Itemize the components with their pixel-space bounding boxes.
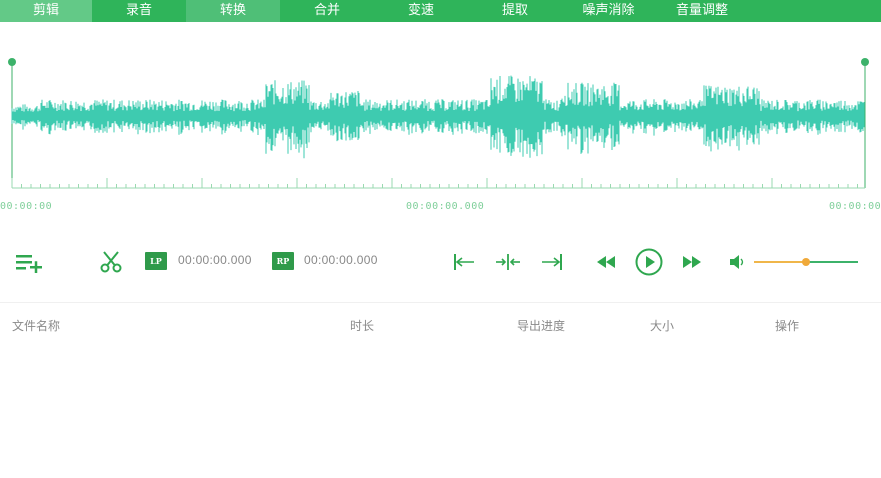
tab-volume[interactable]: 音量调整 xyxy=(655,0,749,22)
tab-speed[interactable]: 变速 xyxy=(374,0,468,22)
tab-noise[interactable]: 噪声消除 xyxy=(562,0,655,22)
waveform-area[interactable]: 00:00:00 00:00:00.000 00:00:00 xyxy=(0,22,881,222)
fast-forward-icon xyxy=(683,256,701,268)
left-point-time: 00:00:00.000 xyxy=(178,253,252,267)
volume-slider-fill xyxy=(754,261,806,263)
tab-convert[interactable]: 转换 xyxy=(186,0,280,22)
add-list-icon xyxy=(16,255,42,273)
bar-arrow-right-icon xyxy=(542,254,562,270)
column-header-size: 大小 xyxy=(650,319,675,333)
volume-slider-track xyxy=(806,261,858,263)
split-center-button[interactable] xyxy=(493,240,523,284)
waveform[interactable] xyxy=(0,22,881,222)
bar-arrow-left-icon xyxy=(454,254,474,270)
left-point-badge[interactable]: LP xyxy=(145,252,167,270)
time-label-end: 00:00:00 xyxy=(829,201,881,212)
right-point-time: 00:00:00.000 xyxy=(304,253,378,267)
add-file-button[interactable] xyxy=(12,240,46,284)
ruler-ticks xyxy=(11,178,858,188)
control-bar: LP 00:00:00.000 RP 00:00:00.000 xyxy=(0,240,881,284)
volume-slider-thumb[interactable] xyxy=(802,258,810,266)
waveform-path xyxy=(11,75,865,159)
time-label-middle: 00:00:00.000 xyxy=(406,201,485,212)
rewind-button[interactable] xyxy=(594,240,618,284)
scissors-icon xyxy=(100,251,122,273)
jump-start-button[interactable] xyxy=(450,240,478,284)
tab-cut[interactable]: 剪辑 xyxy=(0,0,92,22)
waveform-bars xyxy=(11,75,865,159)
play-button[interactable] xyxy=(633,240,665,284)
time-label-start: 00:00:00 xyxy=(0,201,53,212)
play-icon xyxy=(635,248,663,276)
tab-record[interactable]: 录音 xyxy=(92,0,186,22)
cut-button[interactable] xyxy=(96,240,126,284)
speaker-icon xyxy=(730,255,744,269)
column-header-filename: 文件名称 xyxy=(12,319,61,333)
volume-slider[interactable] xyxy=(754,258,858,266)
fast-forward-button[interactable] xyxy=(680,240,704,284)
tab-merge[interactable]: 合并 xyxy=(280,0,374,22)
column-header-actions: 操作 xyxy=(775,319,800,333)
column-header-progress: 导出进度 xyxy=(517,319,566,333)
tab-extract[interactable]: 提取 xyxy=(468,0,562,22)
tab-bar: 剪辑 录音 转换 合并 变速 提取 噪声消除 音量调整 xyxy=(0,0,881,22)
column-header-duration: 时长 xyxy=(350,319,375,333)
split-arrows-icon xyxy=(496,254,520,270)
table-divider xyxy=(0,302,881,303)
right-point-badge[interactable]: RP xyxy=(272,252,294,270)
end-marker-handle[interactable] xyxy=(861,58,869,66)
start-marker-handle[interactable] xyxy=(8,58,16,66)
volume-button[interactable] xyxy=(726,240,748,284)
rewind-icon xyxy=(597,256,615,268)
jump-end-button[interactable] xyxy=(538,240,566,284)
